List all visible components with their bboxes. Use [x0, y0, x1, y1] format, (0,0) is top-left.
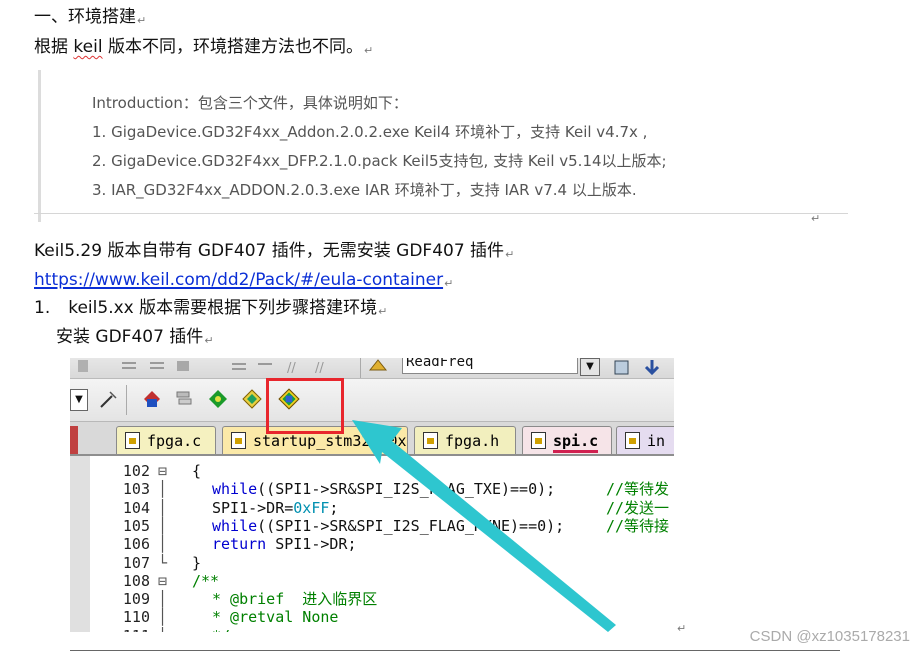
code-line: 110 │ * @retval None [70, 608, 674, 626]
code-text: while((SPI1->SR&SPI_I2S_FLAG_RXNE)==0); [212, 516, 565, 535]
fold-marker: └ [158, 553, 168, 572]
quote-line-3: 3. IAR_GD32F4xx_ADDON.2.0.3.exe IAR 环境补丁… [92, 181, 637, 199]
find-icon[interactable] [368, 358, 388, 376]
fold-marker: │ [158, 535, 168, 554]
editor-tabs: fpga.c startup_stm32f10x.s fpga.h spi.c … [70, 422, 674, 456]
install-line: 安装 GDF407 插件↵ [56, 327, 214, 347]
download-icon[interactable] [642, 358, 662, 378]
fold-marker: │ [158, 516, 168, 535]
paragraph-mark: ↵ [811, 212, 821, 225]
code-text: { [192, 462, 202, 480]
page-edge-line [70, 650, 840, 651]
paragraph-mark: ↵ [677, 622, 687, 635]
code-line: 107 └} [70, 554, 674, 572]
debug-icon [78, 360, 88, 372]
highlight-box [266, 378, 344, 434]
quoted-block: Introduction：包含三个文件，具体说明如下： 1. GigaDevic… [38, 70, 810, 222]
spellcheck-word: keil [73, 37, 103, 57]
quote-line-1: 1. GigaDevice.GD32F4xx_Addon.2.0.2.exe K… [92, 123, 648, 141]
manage-icon[interactable] [174, 389, 194, 409]
components-icon[interactable] [208, 389, 228, 409]
line-number: 110 [122, 608, 150, 627]
code-text: } [192, 553, 202, 572]
code-text: SPI1->DR=0xFF; [212, 498, 339, 517]
toolbar-build: ▼ [70, 379, 674, 422]
tab-fpga-c[interactable]: fpga.c [116, 426, 216, 454]
select-pack-icon[interactable] [242, 389, 262, 409]
code-line: 106 │ return SPI1->DR; [70, 535, 674, 553]
line-number: 106 [122, 535, 150, 554]
tab-in[interactable]: in [616, 426, 674, 454]
code-text: * @brief 进入临界区 [212, 590, 378, 609]
fold-marker: │ [158, 608, 168, 627]
line-number: 105 [122, 516, 150, 535]
outdent-icon [150, 362, 164, 369]
bookmark-icon [177, 361, 189, 371]
svg-text://: // [287, 361, 296, 376]
comment-icon [232, 363, 246, 370]
code-line: 105 │ while((SPI1->SR&SPI_I2S_FLAG_RXNE)==… [70, 517, 674, 535]
fold-marker[interactable]: ⊟ [158, 572, 170, 590]
code-text: while((SPI1->SR&SPI_I2S_FLAG_TXE)==0); [212, 480, 556, 499]
tab-spi-c[interactable]: spi.c [522, 426, 612, 454]
watermark: CSDN @xz1035178231 [749, 628, 910, 645]
keil-note: Keil5.29 版本自带有 GDF407 插件，无需安装 GDF407 插件↵ [34, 241, 515, 261]
code-comment: //等待接 [606, 516, 670, 535]
code-text: /** [192, 571, 220, 590]
code-comment: //发送一 [606, 498, 670, 517]
file-icon [125, 432, 140, 449]
file-icon [625, 432, 640, 449]
target-select[interactable]: ReadFreq [402, 358, 578, 374]
load-icon[interactable] [142, 389, 162, 409]
code-line: 109 │ * @brief 进入临界区 [70, 590, 674, 608]
code-text: */ [212, 627, 230, 632]
file-icon [531, 432, 546, 449]
quote-line-2: 2. GigaDevice.GD32F4xx_DFP.2.1.0.pack Ke… [92, 152, 667, 170]
format2-icon: // [315, 361, 324, 376]
fold-marker: │ [158, 480, 168, 499]
line-number: 109 [122, 590, 150, 609]
dropdown-arrow-icon[interactable]: ▼ [580, 358, 600, 376]
line-number: 111 [90, 627, 150, 632]
horizontal-rule [34, 213, 848, 214]
code-line: 103 │ while((SPI1->SR&SPI_I2S_FLAG_TXE)==0… [70, 480, 674, 498]
wand-icon[interactable] [98, 390, 118, 410]
line-number: 103 [122, 480, 150, 499]
section-heading: 一、环境搭建↵ [34, 7, 147, 27]
fold-marker: │ [158, 590, 168, 609]
toolbar-top: // // ReadFreq ▼ [70, 358, 674, 379]
tab-fpga-h[interactable]: fpga.h [414, 426, 516, 454]
code-text: * @retval None [212, 608, 339, 627]
file-icon [231, 432, 246, 449]
code-text: return SPI1->DR; [212, 535, 357, 554]
fold-marker: │ [158, 627, 170, 632]
step-1: 1. keil5.xx 版本需要根据下列步骤搭建环境↵ [34, 298, 388, 318]
quote-line-intro: Introduction：包含三个文件，具体说明如下： [92, 94, 408, 112]
code-comment: //等待发 [606, 480, 670, 499]
keil-pack-link[interactable]: https://www.keil.com/dd2/Pack/#/eula-con… [34, 270, 443, 290]
line-number: 102 [122, 462, 150, 480]
code-line: 104 │ SPI1->DR=0xFF; //发送一 [70, 499, 674, 517]
format-icon: // [287, 361, 296, 376]
keil-screenshot: // // ReadFreq ▼ ▼ fpga.c startup_stm32f… [70, 358, 674, 632]
code-line: 108 ⊟ /** [70, 572, 674, 590]
tab-scroll-left[interactable] [70, 426, 78, 454]
line-number: 108 [122, 571, 150, 590]
uncomment-icon [258, 363, 272, 365]
settings-icon[interactable] [612, 358, 632, 378]
pack-link-line: https://www.keil.com/dd2/Pack/#/eula-con… [34, 270, 454, 290]
code-line: 111 │ */ [70, 627, 674, 632]
intro-paragraph: 根据 keil 版本不同，环境搭建方法也不同。↵ [34, 37, 374, 57]
quote-bar [38, 70, 41, 222]
file-icon [423, 432, 438, 449]
dropdown-arrow-icon[interactable]: ▼ [70, 389, 88, 411]
line-number: 107 [122, 553, 150, 572]
fold-marker: │ [158, 498, 168, 517]
code-line: 102 ⊟ { [70, 462, 674, 480]
line-number: 104 [122, 498, 150, 517]
fold-marker[interactable]: ⊟ [158, 462, 170, 480]
indent-icon [122, 362, 136, 369]
svg-text://: // [315, 361, 324, 376]
